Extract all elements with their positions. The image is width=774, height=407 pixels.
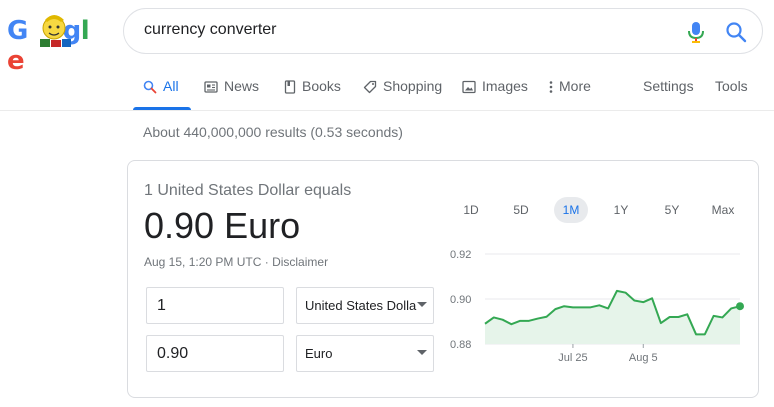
tab-label: More bbox=[559, 78, 591, 94]
image-icon bbox=[462, 80, 476, 94]
x-tick-label: Aug 5 bbox=[629, 352, 658, 364]
search-input[interactable] bbox=[144, 21, 644, 39]
tabs-divider bbox=[0, 110, 774, 111]
to-currency-select[interactable]: Euro bbox=[296, 335, 434, 372]
tab-all[interactable]: All bbox=[143, 78, 179, 108]
from-currency-select[interactable]: United States Dollar bbox=[296, 287, 434, 324]
range-button-1y[interactable]: 1Y bbox=[604, 197, 638, 223]
doodle-icon bbox=[40, 15, 71, 47]
tag-icon bbox=[363, 80, 377, 94]
result-stats: About 440,000,000 results (0.53 seconds) bbox=[143, 124, 403, 140]
tab-label: Books bbox=[302, 78, 341, 94]
chart-end-marker bbox=[736, 302, 744, 311]
search-tabs: All News Books Shopping Images More Sett… bbox=[0, 70, 774, 110]
range-button-max[interactable]: Max bbox=[705, 197, 741, 223]
book-icon bbox=[284, 80, 296, 94]
microphone-icon[interactable] bbox=[685, 20, 707, 44]
search-icon bbox=[143, 80, 157, 94]
settings-link[interactable]: Settings bbox=[643, 78, 694, 108]
tab-images[interactable]: Images bbox=[462, 78, 528, 108]
conversion-result: 0.90 Euro bbox=[144, 205, 301, 246]
to-currency-value: Euro bbox=[305, 346, 333, 361]
tab-label: Shopping bbox=[383, 78, 443, 94]
y-tick-label: 0.92 bbox=[450, 249, 471, 261]
x-tick-label: Jul 25 bbox=[558, 352, 587, 364]
y-tick-label: 0.88 bbox=[450, 339, 471, 351]
to-amount-input[interactable]: 0.90 bbox=[146, 335, 284, 372]
search-icon[interactable] bbox=[724, 20, 748, 44]
tab-books[interactable]: Books bbox=[284, 78, 341, 108]
rate-timestamp: Aug 15, 1:20 PM UTC · Disclaimer bbox=[144, 255, 328, 269]
currency-converter-card: 1 United States Dollar equals 0.90 Euro … bbox=[127, 160, 759, 398]
from-currency-value: United States Dollar bbox=[305, 298, 417, 313]
range-button-1d[interactable]: 1D bbox=[454, 197, 488, 223]
y-tick-label: 0.90 bbox=[450, 294, 471, 306]
tools-label: Tools bbox=[715, 78, 748, 94]
google-logo[interactable]: Google bbox=[7, 12, 103, 76]
tab-label: News bbox=[224, 78, 260, 94]
news-icon bbox=[204, 81, 218, 93]
tab-label: Images bbox=[482, 78, 528, 94]
tools-link[interactable]: Tools bbox=[715, 78, 748, 108]
settings-label: Settings bbox=[643, 78, 694, 94]
equals-label: 1 United States Dollar equals bbox=[144, 182, 352, 199]
chevron-down-icon bbox=[417, 350, 427, 355]
search-box[interactable] bbox=[123, 8, 763, 54]
tab-label: All bbox=[163, 78, 179, 94]
range-button-5d[interactable]: 5D bbox=[504, 197, 538, 223]
exchange-rate-chart[interactable]: 0.92 0.90 0.88 Jul 25 Aug 5 bbox=[438, 241, 758, 371]
tab-news[interactable]: News bbox=[204, 78, 259, 108]
range-button-1m[interactable]: 1M bbox=[554, 197, 588, 223]
tab-shopping[interactable]: Shopping bbox=[363, 78, 442, 108]
timestamp-text: Aug 15, 1:20 PM UTC · bbox=[144, 255, 273, 269]
tab-more[interactable]: More bbox=[549, 78, 591, 108]
from-amount-input[interactable]: 1 bbox=[146, 287, 284, 324]
chevron-down-icon bbox=[417, 302, 427, 307]
range-button-5y[interactable]: 5Y bbox=[655, 197, 689, 223]
more-vertical-icon bbox=[549, 81, 553, 93]
disclaimer-link[interactable]: Disclaimer bbox=[272, 255, 328, 269]
